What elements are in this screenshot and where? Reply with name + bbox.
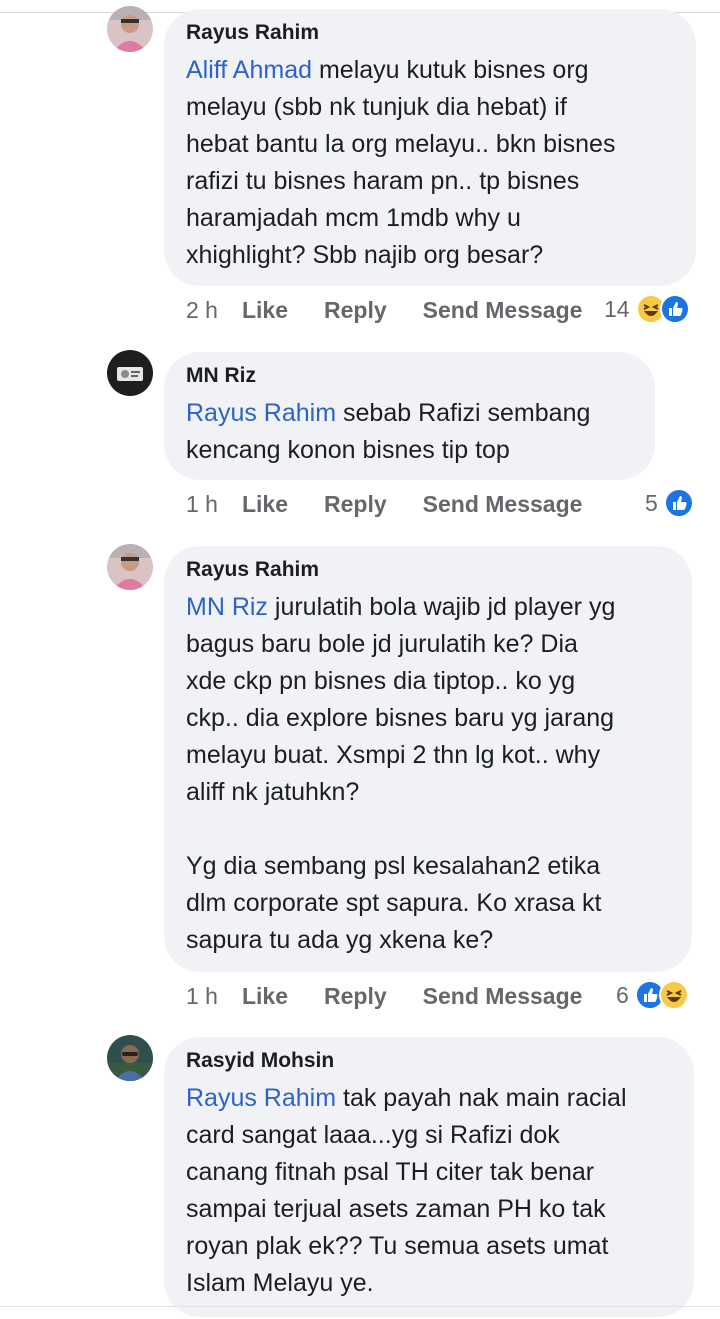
reply-button[interactable]: Reply: [324, 491, 387, 518]
mention-link[interactable]: Rayus Rahim: [186, 1084, 336, 1112]
reaction-summary[interactable]: 5: [645, 487, 694, 519]
comment-text: Rayus Rahim sebab Rafizi sembang kencang…: [186, 399, 591, 464]
reaction-summary[interactable]: 14: [604, 293, 690, 325]
send-message-button[interactable]: Send Message: [423, 297, 583, 324]
comment-author[interactable]: MN Riz: [186, 363, 633, 389]
comment-author[interactable]: Rayus Rahim: [186, 557, 670, 583]
comment-actions: 2 h Like Reply Send Message: [186, 295, 582, 325]
comment-actions: 1 h Like Reply Send Message: [186, 981, 582, 1011]
like-button[interactable]: Like: [242, 983, 288, 1010]
comment-actions: 1 h Like Reply Send Message: [186, 489, 582, 519]
comment-bubble: Rayus Rahim MN Riz jurulatih bola wajib …: [164, 546, 692, 972]
comment-text: MN Riz jurulatih bola wajib jd player yg…: [186, 593, 616, 954]
like-icon: [663, 488, 694, 518]
like-button[interactable]: Like: [242, 297, 288, 324]
comment-bubble: MN Riz Rayus Rahim sebab Rafizi sembang …: [164, 352, 655, 480]
reply-button[interactable]: Reply: [324, 983, 387, 1010]
comment-bubble: Rayus Rahim Aliff Ahmad melayu kutuk bis…: [164, 9, 696, 286]
comment-timestamp[interactable]: 1 h: [186, 491, 218, 518]
reaction-count: 5: [645, 489, 658, 516]
comment-text: Rayus Rahim tak payah nak main racial ca…: [186, 1084, 627, 1297]
comment-bubble: Rasyid Mohsin Rayus Rahim tak payah nak …: [164, 1037, 694, 1317]
mention-link[interactable]: Rayus Rahim: [186, 399, 336, 427]
comment-text: Aliff Ahmad melayu kutuk bisnes org mela…: [186, 56, 616, 269]
reply-button[interactable]: Reply: [324, 297, 387, 324]
avatar-rayus-rahim[interactable]: [107, 6, 153, 52]
haha-icon: [658, 980, 689, 1010]
avatar-mn-riz[interactable]: [107, 350, 153, 396]
reaction-count: 14: [604, 295, 630, 322]
comment-author[interactable]: Rayus Rahim: [186, 20, 674, 46]
comment-timestamp[interactable]: 2 h: [186, 297, 218, 324]
comment-author[interactable]: Rasyid Mohsin: [186, 1048, 672, 1074]
bottom-divider: [0, 1306, 720, 1307]
mention-link[interactable]: MN Riz: [186, 593, 268, 621]
like-button[interactable]: Like: [242, 491, 288, 518]
avatar-rayus-rahim[interactable]: [107, 544, 153, 590]
send-message-button[interactable]: Send Message: [423, 491, 583, 518]
reaction-count: 6: [616, 981, 629, 1008]
reaction-summary[interactable]: 6: [616, 979, 689, 1011]
send-message-button[interactable]: Send Message: [423, 983, 583, 1010]
avatar-rasyid-mohsin[interactable]: [107, 1035, 153, 1081]
comment-timestamp[interactable]: 1 h: [186, 983, 218, 1010]
mention-link[interactable]: Aliff Ahmad: [186, 56, 312, 84]
like-icon: [659, 294, 690, 324]
